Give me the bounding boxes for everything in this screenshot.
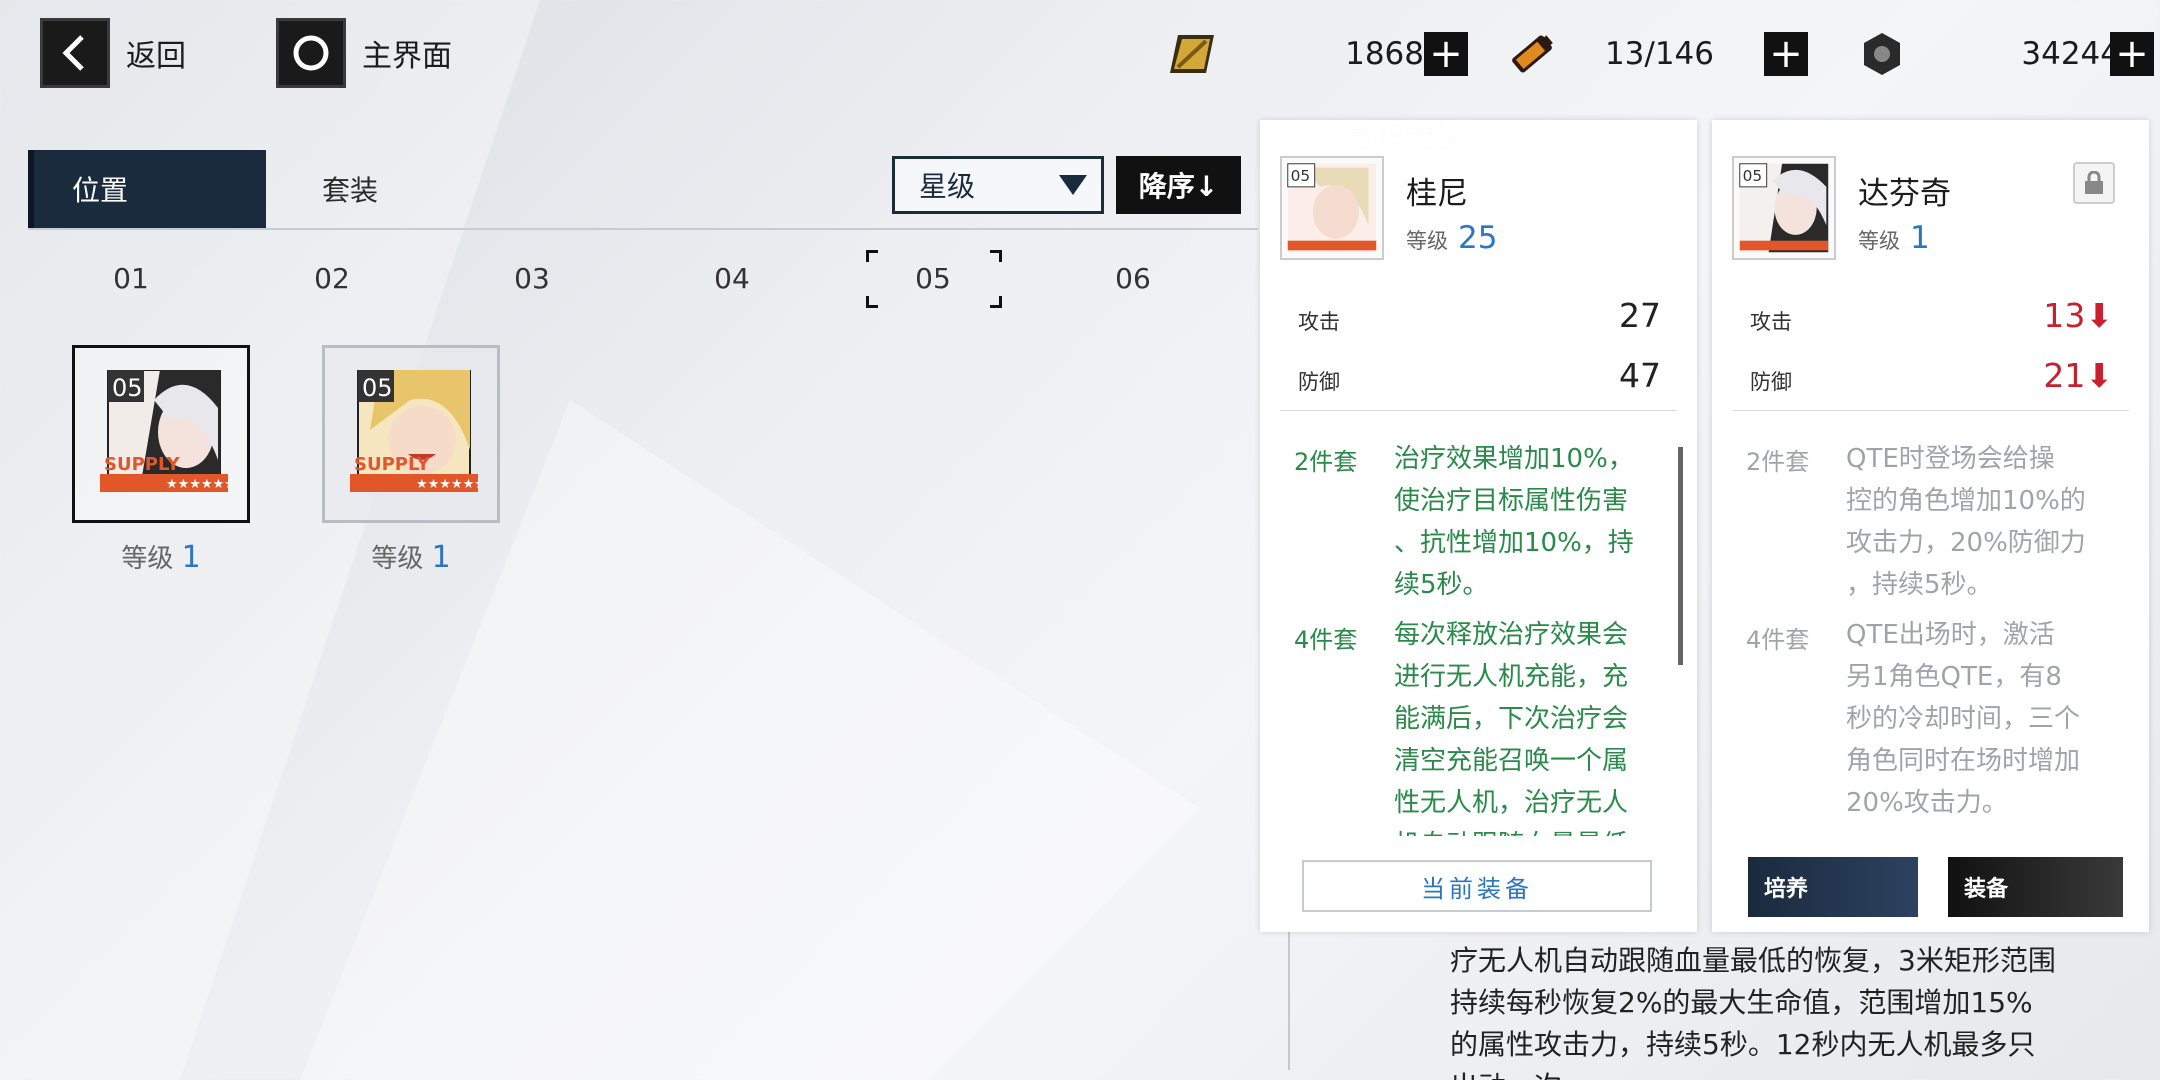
set-2-description: QTE时登场会给操 控的角色增加10%的 攻击力，20%防御力 ，持续5秒。 (1846, 444, 2086, 600)
gold-card-icon (1160, 26, 1224, 82)
slot-03[interactable]: 03 (497, 262, 567, 295)
home-label: 主界面 (362, 39, 452, 74)
svg-text:05: 05 (1291, 167, 1311, 185)
add-battery-button[interactable]: + (1764, 32, 1808, 76)
memory-card[interactable]: 05 SUPPLY ★★★★★★ (72, 345, 250, 523)
selected-slot-indicator (866, 250, 1002, 308)
set-4-description: QTE出场时，激活 另1角色QTE，有8 秒的冷却时间，三个 角色同时在场时增加… (1846, 620, 2081, 818)
home-circle-icon (276, 18, 346, 88)
slot-02[interactable]: 02 (297, 262, 367, 295)
svg-text:05: 05 (112, 374, 143, 402)
back-label: 返回 (126, 39, 186, 74)
defense-value: 21⬇ (2043, 356, 2113, 395)
memory-level: 等级 25 (1406, 220, 1498, 256)
portrait-white-hair: 05 SUPPLY ★★★★★★ (100, 370, 228, 492)
svg-text:05: 05 (1743, 167, 1763, 185)
background-divider (1288, 920, 1290, 1070)
panel-portrait: 05 (1732, 156, 1836, 260)
attack-value: 27 (1619, 296, 1661, 335)
battery-icon (1500, 26, 1564, 82)
sort-field-label: 星级 (919, 170, 976, 203)
defense-label: 防御 (1750, 370, 1792, 394)
set-4-label: 4件套 (1746, 626, 1810, 654)
resource-coin: 34244 (1850, 22, 2120, 86)
stat-divider (1280, 410, 1677, 411)
current-equip-label: 当前装备 (1302, 860, 1652, 912)
candidate-memory-panel: 05 达芬奇 等级 1 攻击 13⬇ 防御 21⬇ 2件套 QTE时登场会给操 控… (1712, 120, 2149, 932)
attack-label: 攻击 (1298, 310, 1340, 334)
tab-suit[interactable]: 套装 (272, 150, 472, 228)
slot-01[interactable]: 01 (96, 262, 166, 295)
panel-portrait: 05 (1280, 156, 1384, 260)
set-4-description: 每次释放治疗效果会 进行无人机充能，充 能满后，下次治疗会 清空充能召唤一个属 … (1394, 620, 1629, 836)
lock-icon[interactable] (2073, 162, 2115, 204)
triangle-down-icon (1059, 175, 1087, 195)
gold-value: 1868 (1345, 36, 1424, 72)
chevron-left-icon (40, 18, 110, 88)
defense-value: 47 (1619, 356, 1661, 395)
tab-divider (28, 228, 1258, 230)
portrait-blonde-hair: 05 SUPPLY ★★★★★★ (350, 370, 478, 492)
memory-level: 等级 1 (1858, 220, 1930, 256)
add-gold-button[interactable]: + (1424, 32, 1468, 76)
current-memory-panel: 05 桂尼 等级 25 攻击 27 防御 47 2件套 治疗效果增加10%， 使治… (1260, 120, 1697, 932)
svg-text:★★★★★★: ★★★★★★ (416, 477, 478, 492)
svg-text:★★★★★★: ★★★★★★ (166, 477, 228, 492)
svg-text:05: 05 (362, 374, 393, 402)
back-button[interactable]: 返回 (40, 18, 186, 88)
stat-divider (1732, 410, 2129, 411)
background-description: 疗无人机自动跟随血量最低的恢复，3米矩形范围 持续每秒恢复2%的最大生命值，范围… (1450, 944, 2056, 1080)
svg-text:SUPPLY: SUPPLY (104, 454, 181, 475)
memory-card[interactable]: 05 SUPPLY ★★★★★★ (322, 345, 500, 523)
slot-06[interactable]: 06 (1098, 262, 1168, 295)
sort-order-button[interactable]: 降序↓ (1116, 156, 1241, 214)
add-coin-button[interactable]: + (2110, 32, 2154, 76)
scrollbar[interactable] (1678, 447, 1683, 665)
resource-gold: 1868 (1160, 22, 1424, 86)
attack-label: 攻击 (1750, 310, 1792, 334)
set-2-label: 2件套 (1746, 448, 1810, 476)
equip-button[interactable]: 装备 (1948, 857, 2123, 917)
home-button[interactable]: 主界面 (276, 18, 452, 88)
gear-coin-icon (1850, 26, 1914, 82)
tab-position[interactable]: 位置 (28, 150, 266, 228)
battery-value: 13/146 (1604, 36, 1714, 72)
card-level: 等级 1 (371, 540, 451, 575)
slot-04[interactable]: 04 (697, 262, 767, 295)
train-button[interactable]: 培养 (1748, 857, 1918, 917)
coin-value: 34244 (2021, 36, 2120, 72)
set-2-label: 2件套 (1294, 448, 1358, 476)
set-2-description: 治疗效果增加10%， 使治疗目标属性伤害 、抗性增加10%，持 续5秒。 (1394, 444, 1634, 600)
resource-battery: 13/146 (1500, 22, 1714, 86)
attack-value: 13⬇ (2043, 296, 2113, 335)
set-4-label: 4件套 (1294, 626, 1358, 654)
memory-name: 达芬奇 (1858, 176, 1951, 212)
defense-label: 防御 (1298, 370, 1340, 394)
sort-field-select[interactable]: 星级 (892, 156, 1104, 214)
memory-name: 桂尼 (1406, 176, 1468, 212)
card-level: 等级 1 (121, 540, 201, 575)
svg-text:SUPPLY: SUPPLY (354, 454, 431, 475)
